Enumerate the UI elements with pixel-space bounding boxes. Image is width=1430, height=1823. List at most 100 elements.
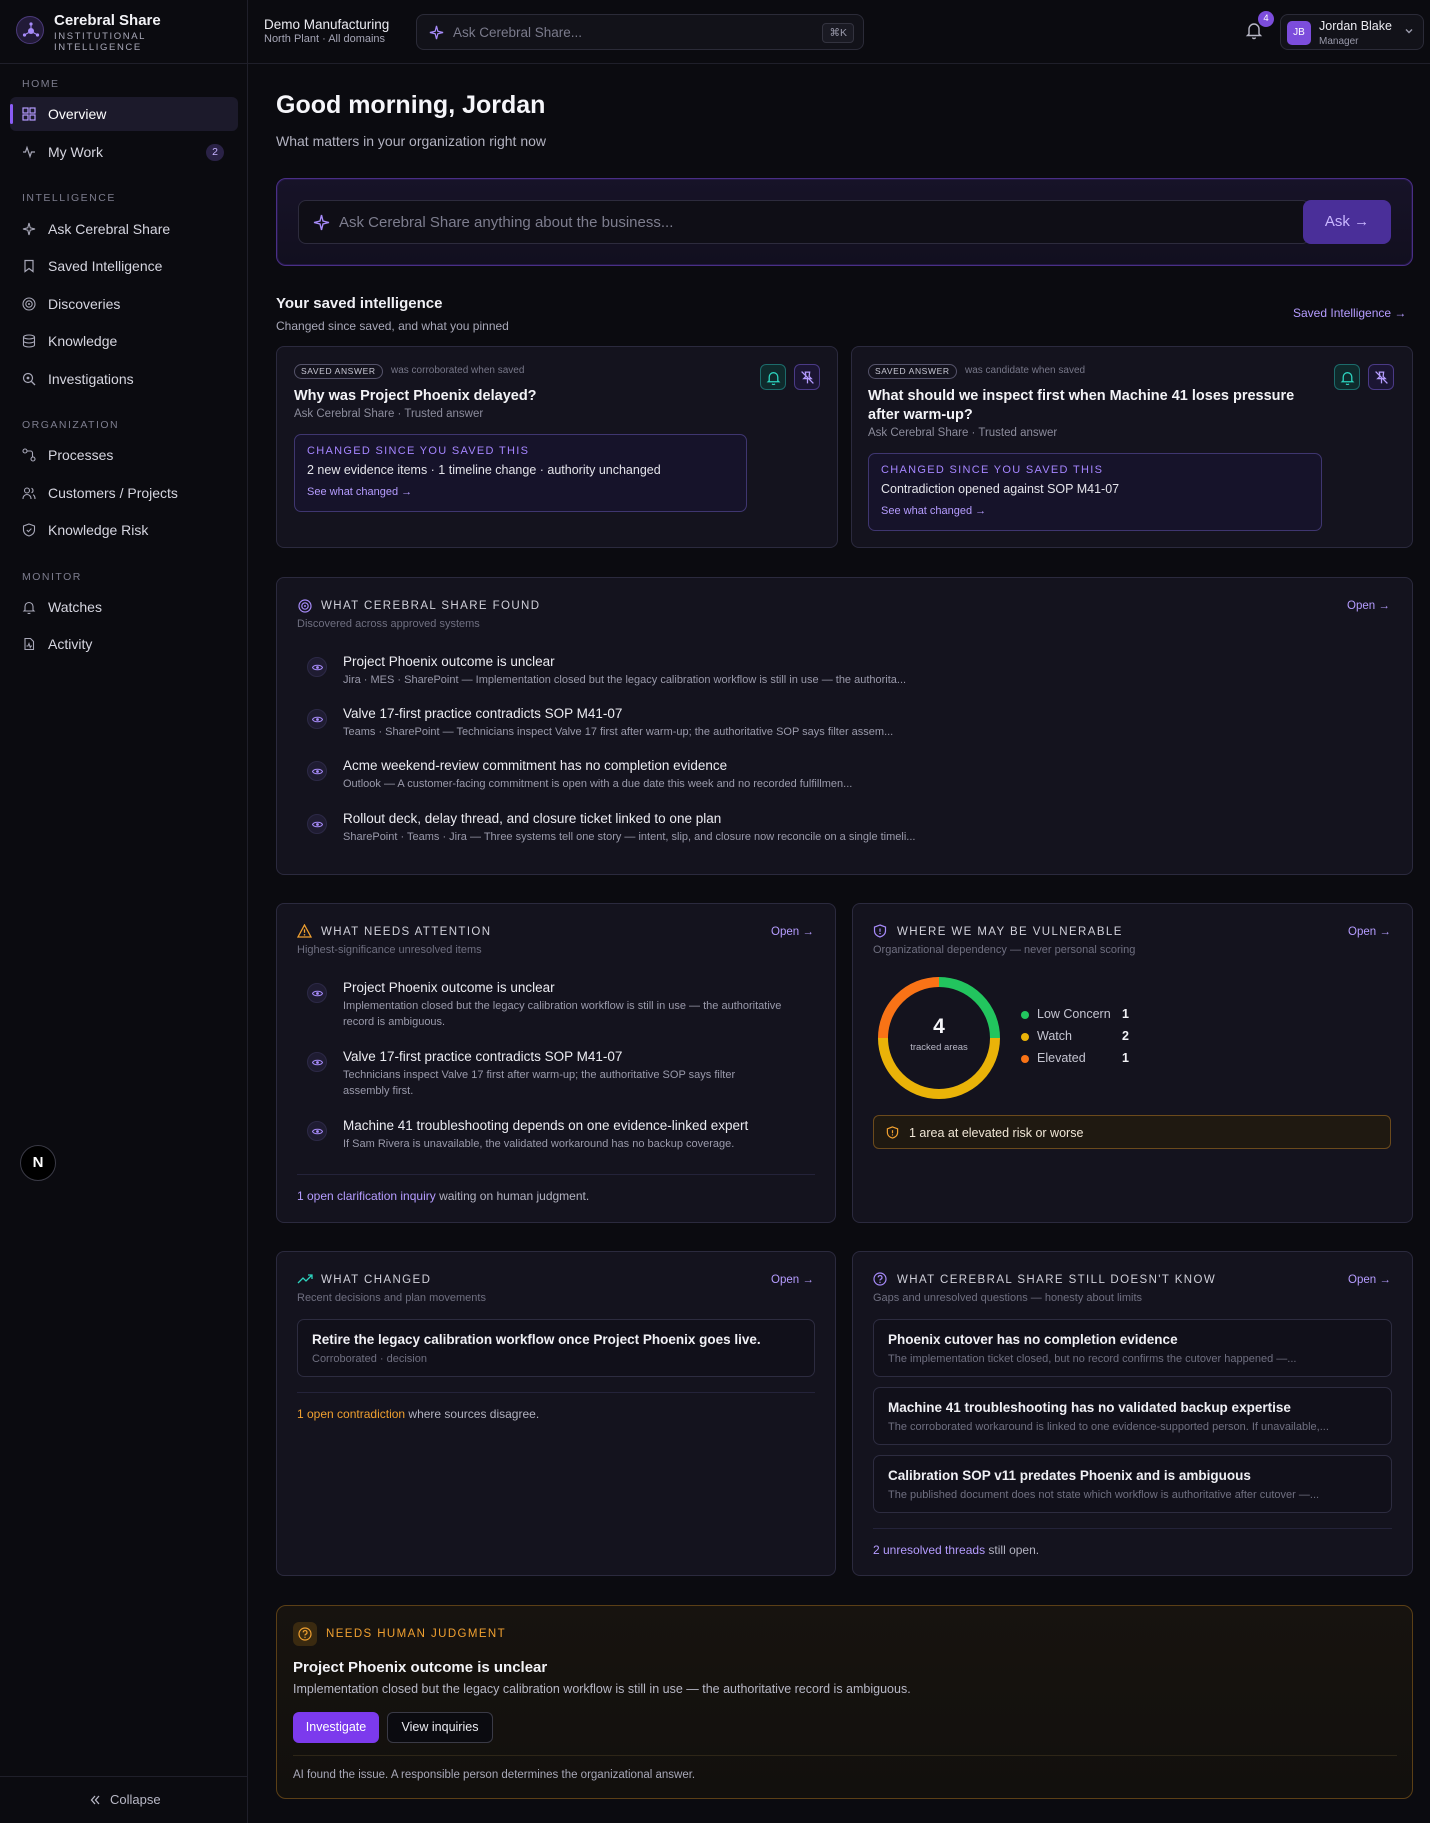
unknown-subtitle: Gaps and unresolved questions — honesty … — [873, 1292, 1143, 1304]
change-item[interactable]: Retire the legacy calibration workflow o… — [297, 1319, 815, 1377]
attention-item-title[interactable]: Project Phoenix outcome is unclear — [343, 980, 555, 995]
unpin-button[interactable] — [1368, 364, 1394, 390]
saved-intelligence-link[interactable]: Saved Intelligence → — [1293, 306, 1406, 320]
sidebar-item-label: My Work — [48, 144, 103, 160]
attention-footer-text: waiting on human judgment. — [435, 1189, 590, 1203]
saved-answer-pill: SAVED ANSWER — [868, 364, 957, 379]
found-subtitle: Discovered across approved systems — [297, 618, 480, 630]
change-item-meta: Corroborated · decision — [312, 1353, 427, 1365]
sidebar-item-knowledge-risk[interactable]: Knowledge Risk — [10, 513, 238, 547]
clarification-inquiry-link[interactable]: 1 open clarification inquiry — [297, 1189, 436, 1203]
discovery-item-title[interactable]: Valve 17-first practice contradicts SOP … — [343, 706, 622, 721]
unpin-button[interactable] — [794, 364, 820, 390]
sidebar-item-label: Knowledge Risk — [48, 522, 149, 538]
eye-icon — [312, 1128, 323, 1135]
sparkle-icon — [313, 214, 330, 231]
sidebar-item-knowledge[interactable]: Knowledge — [10, 324, 238, 358]
page-title: Good morning, Jordan — [276, 91, 546, 119]
search-icon — [22, 372, 36, 386]
saved-answer-source: Ask Cerebral Share · Trusted answer — [294, 408, 484, 420]
open-contradiction-link[interactable]: 1 open contradiction — [297, 1407, 405, 1421]
bookmark-icon — [24, 259, 34, 273]
bell-icon — [22, 601, 36, 614]
saved-answer-card[interactable]: SAVED ANSWER was candidate when saved Wh… — [851, 346, 1413, 548]
watch-button[interactable] — [1334, 364, 1360, 390]
sidebar-item-processes[interactable]: Processes — [10, 438, 238, 472]
pin-off-icon — [1375, 371, 1388, 384]
dev-tools-badge[interactable]: N — [20, 1145, 56, 1181]
vulnerable-subtitle: Organizational dependency — never person… — [873, 944, 1136, 956]
unknown-item[interactable]: Phoenix cutover has no completion eviden… — [873, 1319, 1392, 1377]
top-search-input[interactable]: Ask Cerebral Share... ⌘K — [416, 14, 864, 50]
sidebar-item-investigations[interactable]: Investigations — [10, 362, 238, 396]
view-inquiries-button[interactable]: View inquiries — [387, 1712, 493, 1743]
sparkle-icon — [429, 25, 444, 40]
unknown-open-link[interactable]: Open → — [1348, 1274, 1391, 1286]
trending-up-icon — [297, 1274, 313, 1284]
unresolved-threads-link[interactable]: 2 unresolved threads — [873, 1543, 985, 1557]
user-menu[interactable]: JB Jordan Blake Manager — [1280, 14, 1424, 50]
org-name[interactable]: Demo Manufacturing — [264, 17, 389, 32]
see-what-changed-link[interactable]: See what changed → — [881, 505, 986, 517]
saved-answer-source: Ask Cerebral Share · Trusted answer — [868, 427, 1058, 439]
attention-open-link[interactable]: Open → — [771, 926, 814, 938]
see-what-changed-link[interactable]: See what changed → — [307, 486, 412, 498]
collapse-sidebar-button[interactable]: Collapse — [0, 1776, 247, 1823]
changed-panel: WHAT CHANGED Recent decisions and plan m… — [276, 1251, 836, 1576]
discovery-item-title[interactable]: Project Phoenix outcome is unclear — [343, 654, 555, 669]
attention-item-title[interactable]: Valve 17-first practice contradicts SOP … — [343, 1049, 622, 1064]
elevated-risk-text: 1 area at elevated risk or worse — [909, 1126, 1084, 1140]
saved-answer-title: What should we inspect first when Machin… — [868, 388, 1295, 423]
top-bar: Cerebral Share INSTITUTIONAL INTELLIGENC… — [0, 0, 1430, 64]
brand[interactable]: Cerebral Share INSTITUTIONAL INTELLIGENC… — [16, 12, 236, 53]
sidebar-item-ask[interactable]: Ask Cerebral Share — [10, 212, 238, 246]
changed-heading: CHANGED SINCE YOU SAVED THIS — [881, 464, 1104, 476]
sidebar-item-my-work[interactable]: My Work 2 — [10, 135, 238, 169]
sidebar-item-discoveries[interactable]: Discoveries — [10, 287, 238, 321]
discovery-icon — [307, 814, 327, 834]
page-subtitle: What matters in your organization right … — [276, 133, 547, 149]
attention-item-title[interactable]: Machine 41 troubleshooting depends on on… — [343, 1118, 748, 1133]
donut-total: 4 — [933, 1015, 945, 1038]
sidebar-section-home: HOME — [22, 78, 60, 90]
ask-input[interactable]: Ask Cerebral Share anything about the bu… — [298, 200, 1310, 244]
unknown-item[interactable]: Machine 41 troubleshooting has no valida… — [873, 1387, 1392, 1445]
sidebar-item-label: Overview — [48, 106, 107, 122]
eye-icon — [312, 990, 323, 997]
found-open-link[interactable]: Open → — [1347, 600, 1390, 612]
changed-summary: Contradiction opened against SOP M41-07 — [881, 482, 1120, 496]
divider — [297, 1174, 815, 1175]
saved-answer-pill: SAVED ANSWER — [294, 364, 383, 379]
unknown-item-desc: The published document does not state wh… — [888, 1489, 1320, 1501]
ask-button[interactable]: Ask → — [1303, 200, 1391, 244]
sidebar-item-customers-projects[interactable]: Customers / Projects — [10, 476, 238, 510]
chevron-down-icon — [1405, 29, 1413, 34]
unknown-item[interactable]: Calibration SOP v11 predates Phoenix and… — [873, 1455, 1392, 1513]
human-judgment-panel: NEEDS HUMAN JUDGMENT Project Phoenix out… — [276, 1605, 1413, 1799]
sidebar-item-label: Knowledge — [48, 333, 118, 349]
avatar: JB — [1287, 21, 1311, 45]
changed-since-saved-box: CHANGED SINCE YOU SAVED THIS Contradicti… — [868, 453, 1322, 531]
sidebar-item-activity[interactable]: Activity — [10, 627, 238, 661]
attention-subtitle: Highest-significance unresolved items — [297, 944, 482, 956]
elevated-risk-alert[interactable]: 1 area at elevated risk or worse — [873, 1115, 1391, 1149]
sidebar-item-overview[interactable]: Overview — [10, 97, 238, 131]
eye-icon — [312, 821, 323, 828]
grid-icon — [22, 107, 36, 121]
radar-icon — [22, 297, 36, 311]
discovery-item-title[interactable]: Rollout deck, delay thread, and closure … — [343, 811, 721, 826]
eye-icon — [312, 664, 323, 671]
saved-answer-card[interactable]: SAVED ANSWER was corroborated when saved… — [276, 346, 838, 548]
investigate-button[interactable]: Investigate — [293, 1712, 379, 1743]
changed-footer: 1 open contradiction where sources disag… — [297, 1407, 539, 1421]
sidebar-item-saved-intelligence[interactable]: Saved Intelligence — [10, 249, 238, 283]
sidebar-item-watches[interactable]: Watches — [10, 590, 238, 624]
judgment-note: AI found the issue. A responsible person… — [293, 1769, 696, 1781]
sidebar-section-monitor: MONITOR — [22, 571, 82, 583]
watch-button[interactable] — [760, 364, 786, 390]
discovery-item-title[interactable]: Acme weekend-review commitment has no co… — [343, 758, 727, 773]
eye-icon — [312, 1059, 323, 1066]
org-scope: North Plant · All domains — [264, 33, 386, 45]
vulnerable-open-link[interactable]: Open → — [1348, 926, 1391, 938]
changed-open-link[interactable]: Open → — [771, 1274, 814, 1286]
